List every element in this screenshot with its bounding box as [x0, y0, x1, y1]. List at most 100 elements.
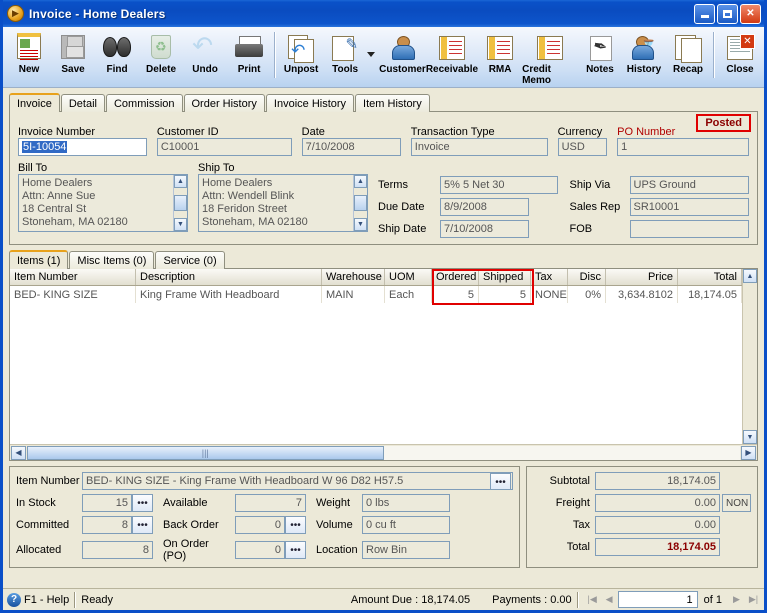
- weight-input[interactable]: 0 lbs: [362, 494, 450, 512]
- tab-detail[interactable]: Detail: [60, 94, 105, 112]
- po-number-input[interactable]: 1: [617, 138, 749, 156]
- toolbar-print-button[interactable]: Print: [227, 30, 271, 85]
- toolbar-tools-button[interactable]: Tools: [323, 30, 367, 85]
- column-warehouse[interactable]: Warehouse: [322, 269, 385, 285]
- ellipsis-lookup-icon[interactable]: •••: [490, 473, 511, 489]
- toolbar-notes-button[interactable]: Notes: [578, 30, 622, 85]
- grid-horizontal-scrollbar[interactable]: ◀ ||| ▶: [10, 444, 757, 460]
- cell-shipped[interactable]: 5: [479, 286, 531, 303]
- grid-vertical-scrollbar[interactable]: ▲ ▼: [742, 269, 757, 444]
- tab-order-history[interactable]: Order History: [183, 94, 265, 112]
- sales-rep-input[interactable]: SR10001: [629, 198, 749, 216]
- cell-disc[interactable]: 0%: [568, 286, 606, 303]
- committed-input[interactable]: 8: [82, 516, 132, 534]
- toolbar-history-button[interactable]: ⌛ History: [622, 30, 666, 85]
- close-button[interactable]: ✕: [740, 3, 761, 24]
- cell-total[interactable]: 18,174.05: [678, 286, 742, 303]
- back-order-input[interactable]: 0: [235, 516, 285, 534]
- page-number-input[interactable]: 1: [617, 591, 698, 608]
- ship-date-input[interactable]: 7/10/2008: [440, 220, 529, 238]
- toolbar-credit-memo-button[interactable]: Credit Memo: [522, 30, 578, 86]
- committed-lookup-icon[interactable]: •••: [132, 516, 153, 534]
- toolbar-delete-button[interactable]: Delete: [139, 30, 183, 85]
- scroll-up-icon[interactable]: ▲: [743, 269, 757, 283]
- toolbar-receivable-button[interactable]: Receivable: [426, 30, 478, 85]
- tab-items[interactable]: Items (1): [9, 250, 69, 269]
- scroll-down-icon[interactable]: ▼: [743, 430, 757, 444]
- prev-record-icon[interactable]: ◀: [601, 591, 618, 608]
- scroll-down-icon[interactable]: ▼: [354, 218, 367, 231]
- hscroll-track[interactable]: |||: [27, 445, 740, 460]
- transaction-type-input[interactable]: Invoice: [410, 138, 548, 156]
- cell-uom[interactable]: Each: [385, 286, 432, 303]
- toolbar-customer-button[interactable]: Customer: [379, 30, 426, 85]
- cell-price[interactable]: 3,634.8102: [606, 286, 678, 303]
- bill-to-scrollbar[interactable]: ▲ ▼: [173, 175, 187, 231]
- table-row[interactable]: BED- KING SIZE King Frame With Headboard…: [10, 286, 742, 303]
- hscroll-thumb[interactable]: |||: [27, 445, 384, 460]
- toolbar-find-button[interactable]: Find: [95, 30, 139, 85]
- scroll-right-icon[interactable]: ▶: [741, 445, 756, 460]
- last-record-icon[interactable]: ▶|: [745, 591, 762, 608]
- next-record-icon[interactable]: ▶: [728, 591, 745, 608]
- toolbar-undo-button[interactable]: Undo: [183, 30, 227, 85]
- tab-invoice[interactable]: Invoice: [9, 93, 60, 112]
- allocated-input[interactable]: 8: [82, 541, 153, 559]
- first-record-icon[interactable]: |◀: [584, 591, 601, 608]
- cell-tax[interactable]: NONE: [531, 286, 568, 303]
- ship-to-scrollbar[interactable]: ▲ ▼: [353, 175, 367, 231]
- scroll-left-icon[interactable]: ◀: [11, 445, 26, 460]
- column-uom[interactable]: UOM: [385, 269, 432, 285]
- ship-via-input[interactable]: UPS Ground: [629, 176, 749, 194]
- grid-empty-area[interactable]: [10, 303, 742, 444]
- date-input[interactable]: 7/10/2008: [301, 138, 401, 156]
- tab-service[interactable]: Service (0): [155, 251, 225, 269]
- toolbar-rma-button[interactable]: RMA: [478, 30, 522, 85]
- toolbar-recap-button[interactable]: Recap: [666, 30, 710, 85]
- cell-item-number[interactable]: BED- KING SIZE: [10, 286, 136, 303]
- terms-input[interactable]: 5% 5 Net 30: [440, 176, 558, 194]
- invoice-number-input[interactable]: 5I-10054: [18, 138, 147, 156]
- ship-to-textarea[interactable]: Home Dealers Attn: Wendell Blink 18 Feri…: [198, 174, 368, 232]
- caret-down-icon[interactable]: [367, 52, 376, 57]
- column-ordered[interactable]: Ordered: [432, 269, 479, 285]
- freight-tax-code[interactable]: NON: [722, 494, 751, 512]
- column-item-number[interactable]: Item Number: [10, 269, 136, 285]
- tab-commission[interactable]: Commission: [105, 94, 183, 112]
- toolbar-close-button[interactable]: Close: [718, 30, 762, 85]
- column-disc[interactable]: Disc: [568, 269, 606, 285]
- scroll-thumb[interactable]: [354, 195, 367, 211]
- back-order-lookup-icon[interactable]: •••: [285, 516, 306, 534]
- cell-description[interactable]: King Frame With Headboard: [136, 286, 322, 303]
- cell-ordered[interactable]: 5: [432, 286, 479, 303]
- column-tax[interactable]: Tax: [531, 269, 568, 285]
- maximize-button[interactable]: [717, 3, 738, 24]
- scroll-thumb[interactable]: [174, 195, 187, 211]
- help-circle-icon[interactable]: ?: [7, 592, 21, 607]
- currency-input[interactable]: USD: [557, 138, 608, 156]
- scroll-down-icon[interactable]: ▼: [174, 218, 187, 231]
- in-stock-input[interactable]: 15: [82, 494, 132, 512]
- toolbar-unpost-button[interactable]: ↶ Unpost: [279, 30, 323, 85]
- available-input[interactable]: 7: [235, 494, 306, 512]
- cell-warehouse[interactable]: MAIN: [322, 286, 385, 303]
- fob-input[interactable]: [629, 220, 749, 238]
- on-order-input[interactable]: 0: [235, 541, 285, 559]
- column-total[interactable]: Total: [678, 269, 742, 285]
- toolbar-new-button[interactable]: New: [7, 30, 51, 85]
- tab-item-history[interactable]: Item History: [355, 94, 430, 112]
- scroll-up-icon[interactable]: ▲: [174, 175, 187, 188]
- detail-item-number-input[interactable]: BED- KING SIZE - King Frame With Headboa…: [82, 472, 513, 490]
- bill-to-textarea[interactable]: Home Dealers Attn: Anne Sue 18 Central S…: [18, 174, 188, 232]
- volume-input[interactable]: 0 cu ft: [362, 516, 450, 534]
- freight-input[interactable]: 0.00: [595, 494, 720, 512]
- location-input[interactable]: Row Bin: [362, 541, 450, 559]
- tab-misc-items[interactable]: Misc Items (0): [69, 251, 155, 269]
- column-shipped[interactable]: Shipped: [479, 269, 531, 285]
- help-text[interactable]: F1 - Help: [24, 594, 69, 606]
- customer-id-input[interactable]: C10001: [156, 138, 292, 156]
- due-date-input[interactable]: 8/9/2008: [440, 198, 529, 216]
- toolbar-save-button[interactable]: Save: [51, 30, 95, 85]
- on-order-lookup-icon[interactable]: •••: [285, 541, 306, 559]
- column-price[interactable]: Price: [606, 269, 678, 285]
